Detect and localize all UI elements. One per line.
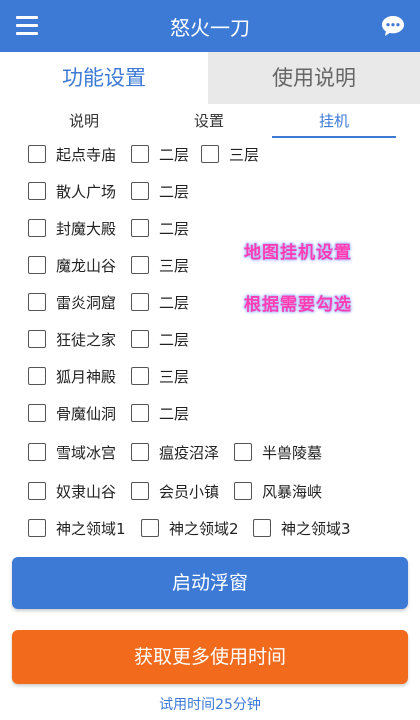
checkbox-label: 三层: [159, 256, 190, 275]
start-float-window-button[interactable]: 启动浮窗: [12, 557, 408, 609]
chat-icon[interactable]: [380, 13, 406, 39]
map-checkbox-item[interactable]: 三层: [131, 253, 189, 277]
subtab-auto-hang[interactable]: 挂机: [272, 110, 396, 138]
map-checkbox-item[interactable]: 二层: [131, 401, 189, 425]
checkbox[interactable]: [131, 145, 149, 163]
map-checkbox-item[interactable]: 二层: [131, 216, 189, 240]
checkbox-label: 狐月神殿: [56, 367, 117, 386]
checkbox-label: 会员小镇: [159, 482, 220, 501]
map-checkbox-item[interactable]: 散人广场: [28, 179, 116, 203]
checkbox[interactable]: [28, 404, 46, 422]
tab-instructions[interactable]: 使用说明: [208, 52, 420, 104]
checkbox[interactable]: [131, 219, 149, 237]
checkbox[interactable]: [28, 182, 46, 200]
map-checkbox-item[interactable]: 二层: [131, 290, 189, 314]
checkbox-label: 封魔大殿: [56, 219, 117, 238]
map-checkbox-item[interactable]: 三层: [201, 142, 259, 166]
checkbox-label: 二层: [159, 182, 190, 201]
map-checkbox-item[interactable]: 狐月神殿: [28, 364, 116, 388]
map-checkbox-item[interactable]: 三层: [131, 364, 189, 388]
map-checkbox-item[interactable]: 奴隶山谷: [28, 479, 116, 503]
map-checkbox-item[interactable]: 神之领域2: [141, 516, 239, 540]
checkbox-label: 二层: [159, 293, 190, 312]
checkbox-label: 二层: [159, 404, 190, 423]
map-checkbox-item[interactable]: 骨魔仙洞: [28, 401, 116, 425]
checkbox-label: 二层: [159, 219, 190, 238]
checkbox[interactable]: [28, 293, 46, 311]
map-checkbox-item[interactable]: 风暴海峡: [234, 479, 322, 503]
checkbox-label: 神之领域2: [169, 519, 239, 538]
checkbox-label: 神之领域1: [56, 519, 126, 538]
map-checkbox-item[interactable]: 起点寺庙: [28, 142, 116, 166]
map-checkbox-item[interactable]: 封魔大殿: [28, 216, 116, 240]
checkbox[interactable]: [28, 519, 46, 537]
checkbox-label: 三层: [229, 145, 260, 164]
map-checkbox-item[interactable]: 神之领域1: [28, 516, 126, 540]
checkbox[interactable]: [28, 443, 46, 461]
checkbox-label: 狂徒之家: [56, 330, 117, 349]
map-checkbox-item[interactable]: 雷炎洞窟: [28, 290, 116, 314]
checkbox-label: 起点寺庙: [56, 145, 117, 164]
checkbox-label: 骨魔仙洞: [56, 404, 117, 423]
map-checkbox-item[interactable]: 二层: [131, 327, 189, 351]
checkbox[interactable]: [253, 519, 271, 537]
tab-function-settings[interactable]: 功能设置: [0, 52, 208, 104]
map-checkbox-item[interactable]: 神之领域3: [253, 516, 351, 540]
top-tabs: 功能设置 使用说明: [0, 52, 420, 104]
checkbox-label: 三层: [159, 367, 190, 386]
checkbox[interactable]: [131, 367, 149, 385]
checkbox[interactable]: [131, 404, 149, 422]
checkbox-label: 瘟疫沼泽: [159, 443, 220, 462]
map-checkbox-item[interactable]: 狂徒之家: [28, 327, 116, 351]
map-checkbox-item[interactable]: 会员小镇: [131, 479, 219, 503]
checkbox[interactable]: [28, 330, 46, 348]
get-more-time-button[interactable]: 获取更多使用时间: [12, 630, 408, 684]
app-bar: 怒火一刀: [0, 0, 420, 52]
checkbox[interactable]: [201, 145, 219, 163]
checkbox[interactable]: [28, 145, 46, 163]
subtab-description[interactable]: 说明: [36, 110, 132, 136]
checkbox[interactable]: [131, 256, 149, 274]
checkbox-label: 雪域冰宫: [56, 443, 117, 462]
checkbox[interactable]: [28, 219, 46, 237]
checkbox-label: 二层: [159, 145, 190, 164]
checkbox-label: 魔龙山谷: [56, 256, 117, 275]
checkbox-label: 散人广场: [56, 182, 117, 201]
checkbox[interactable]: [234, 443, 252, 461]
app-title: 怒火一刀: [170, 16, 250, 40]
checkbox[interactable]: [131, 443, 149, 461]
trial-time-text: 试用时间25分钟: [159, 697, 261, 713]
subtab-settings[interactable]: 设置: [160, 110, 258, 136]
checkbox-label: 半兽陵墓: [262, 443, 323, 462]
checkbox[interactable]: [234, 482, 252, 500]
checkbox-label: 二层: [159, 330, 190, 349]
checkbox[interactable]: [28, 367, 46, 385]
checkbox[interactable]: [131, 330, 149, 348]
map-checkbox-item[interactable]: 雪域冰宫: [28, 440, 116, 464]
checkbox-label: 奴隶山谷: [56, 482, 117, 501]
overlay-text-map-hang-settings: 地图挂机设置: [244, 243, 352, 263]
overlay-text-check-as-needed: 根据需要勾选: [244, 295, 352, 315]
map-checkbox-item[interactable]: 半兽陵墓: [234, 440, 322, 464]
map-checkbox-item[interactable]: 二层: [131, 142, 189, 166]
checkbox[interactable]: [141, 519, 159, 537]
map-checkbox-item[interactable]: 魔龙山谷: [28, 253, 116, 277]
checkbox[interactable]: [28, 482, 46, 500]
sub-tabs: 说明 设置 挂机: [0, 104, 420, 138]
checkbox[interactable]: [28, 256, 46, 274]
map-checkbox-item[interactable]: 二层: [131, 179, 189, 203]
checkbox[interactable]: [131, 293, 149, 311]
checkbox-label: 神之领域3: [281, 519, 351, 538]
checkbox[interactable]: [131, 482, 149, 500]
checkbox[interactable]: [131, 182, 149, 200]
checkbox-label: 风暴海峡: [262, 482, 323, 501]
map-checkbox-item[interactable]: 瘟疫沼泽: [131, 440, 219, 464]
checkbox-label: 雷炎洞窟: [56, 293, 117, 312]
